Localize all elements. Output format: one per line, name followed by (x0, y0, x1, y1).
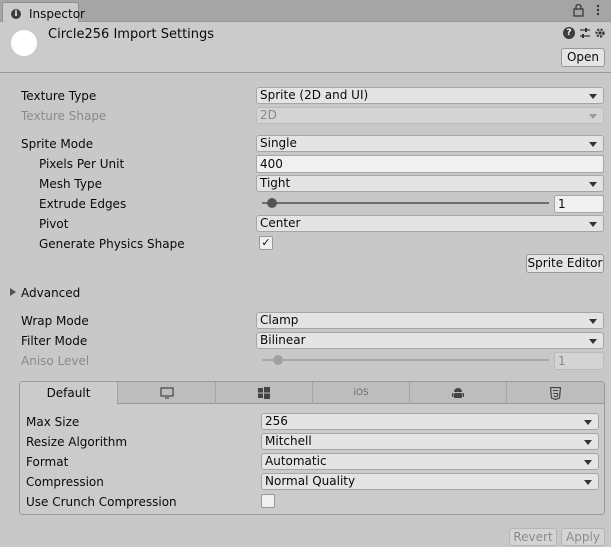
aniso-level-slider-thumb (273, 355, 283, 365)
filter-mode-label: Filter Mode (21, 334, 88, 348)
texture-type-label: Texture Type (21, 89, 97, 103)
kebab-menu-icon[interactable] (592, 4, 604, 16)
windows-icon (258, 387, 270, 399)
extrude-edges-label: Extrude Edges (39, 197, 127, 211)
foldout-arrow-icon[interactable] (10, 288, 16, 296)
extrude-edges-slider-track[interactable] (262, 202, 549, 204)
tab-default-label: Default (46, 386, 91, 400)
preset-icon[interactable] (579, 27, 591, 39)
apply-button[interactable]: Apply (561, 528, 605, 546)
chevron-down-icon (589, 114, 597, 119)
lock-icon[interactable] (572, 3, 586, 17)
filter-mode-dropdown[interactable]: Bilinear (256, 332, 604, 349)
tab-default[interactable]: Default (20, 382, 118, 405)
aniso-level-field: 1 (554, 352, 604, 370)
filter-mode-value: Bilinear (260, 333, 306, 347)
revert-button[interactable]: Revert (509, 528, 557, 546)
texture-shape-label: Texture Shape (21, 109, 107, 123)
pivot-label: Pivot (39, 217, 69, 231)
mesh-type-value: Tight (260, 176, 291, 190)
open-button[interactable]: Open (561, 48, 605, 67)
max-size-label: Max Size (26, 415, 80, 429)
html5-icon (550, 387, 561, 400)
chevron-down-icon (589, 222, 597, 227)
resize-algorithm-value: Mitchell (265, 434, 312, 448)
tab-ios-label: iOS (353, 388, 369, 398)
sprite-mode-value: Single (260, 136, 297, 150)
sprite-mode-dropdown[interactable]: Single (256, 135, 604, 152)
max-size-value: 256 (265, 414, 288, 428)
pivot-dropdown[interactable]: Center (256, 215, 604, 232)
monitor-icon (160, 387, 174, 399)
format-dropdown[interactable]: Automatic (261, 453, 599, 470)
chevron-down-icon (584, 420, 592, 425)
texture-type-dropdown[interactable]: Sprite (2D and UI) (256, 87, 604, 104)
resize-algorithm-dropdown[interactable]: Mitchell (261, 433, 599, 450)
help-icon[interactable]: ? (563, 27, 575, 39)
mesh-type-label: Mesh Type (39, 177, 102, 191)
generate-physics-shape-label: Generate Physics Shape (39, 237, 185, 251)
compression-dropdown[interactable]: Normal Quality (261, 473, 599, 490)
chevron-down-icon (584, 440, 592, 445)
format-value: Automatic (265, 454, 327, 468)
inspector-tab-label: Inspector (29, 7, 85, 21)
tab-ios[interactable]: iOS (313, 382, 410, 404)
compression-label: Compression (26, 475, 104, 489)
inspector-tab-strip (0, 0, 611, 22)
mesh-type-dropdown[interactable]: Tight (256, 175, 604, 192)
chevron-down-icon (589, 142, 597, 147)
extrude-edges-slider-thumb[interactable] (267, 198, 277, 208)
max-size-dropdown[interactable]: 256 (261, 413, 599, 430)
header-divider (0, 72, 611, 73)
pixels-per-unit-label: Pixels Per Unit (39, 157, 125, 171)
resize-algorithm-label: Resize Algorithm (26, 435, 128, 449)
settings-icon[interactable] (594, 27, 606, 39)
use-crunch-compression-label: Use Crunch Compression (26, 495, 177, 509)
extrude-edges-field[interactable]: 1 (554, 195, 604, 213)
sprite-editor-button[interactable]: Sprite Editor (526, 254, 604, 273)
tab-windows-store[interactable] (216, 382, 313, 404)
chevron-down-icon (584, 460, 592, 465)
texture-type-value: Sprite (2D and UI) (260, 88, 369, 102)
chevron-down-icon (589, 94, 597, 99)
use-crunch-compression-checkbox[interactable] (261, 494, 275, 508)
tab-standalone[interactable] (118, 382, 216, 404)
info-icon: i (11, 9, 21, 19)
tab-android[interactable] (410, 382, 507, 404)
compression-value: Normal Quality (265, 474, 356, 488)
wrap-mode-value: Clamp (260, 313, 299, 327)
page-title: Circle256 Import Settings (48, 27, 215, 42)
aniso-level-label: Aniso Level (21, 354, 90, 368)
wrap-mode-dropdown[interactable]: Clamp (256, 312, 604, 329)
texture-shape-value: 2D (260, 108, 277, 122)
chevron-down-icon (589, 339, 597, 344)
pivot-value: Center (260, 216, 301, 230)
format-label: Format (26, 455, 69, 469)
sprite-mode-label: Sprite Mode (21, 137, 94, 151)
chevron-down-icon (584, 480, 592, 485)
android-icon (452, 388, 464, 398)
sprite-preview-icon (11, 30, 37, 56)
wrap-mode-label: Wrap Mode (21, 314, 89, 328)
advanced-foldout-label[interactable]: Advanced (21, 286, 80, 300)
tab-webgl[interactable] (507, 382, 604, 404)
aniso-level-slider-track (262, 359, 549, 361)
chevron-down-icon (589, 319, 597, 324)
chevron-down-icon (589, 182, 597, 187)
texture-shape-dropdown: 2D (256, 107, 604, 124)
pixels-per-unit-field[interactable]: 400 (256, 155, 604, 173)
inspector-tab[interactable]: i Inspector (2, 2, 85, 23)
generate-physics-shape-checkbox[interactable]: ✓ (259, 236, 273, 250)
